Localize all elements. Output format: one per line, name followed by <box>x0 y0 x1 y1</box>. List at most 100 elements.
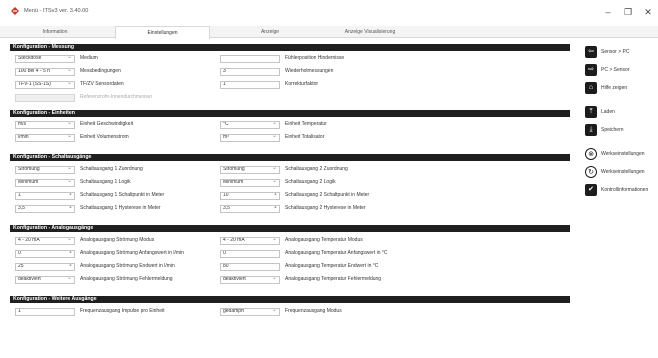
fuehlerposition-label: Fühlerposition Hindernisse <box>285 55 345 61</box>
sa1-schaltpunkt-input[interactable]: 1 ⇕ <box>15 192 75 200</box>
pc-to-sensor-label: PC > Sensor <box>601 67 630 73</box>
spinner-icon[interactable]: ⇕ <box>273 206 278 211</box>
chevron-down-icon: ⌄ <box>66 68 72 73</box>
analog-temperatur-fehler-select[interactable]: deaktiviert ⌄ <box>220 276 280 284</box>
frequenz-modus-select[interactable]: gedämpft ⌄ <box>220 308 280 316</box>
control-info-label: Kontrollinformationen <box>601 187 649 193</box>
analog-stroemung-end-input[interactable]: 25 ⇕ <box>15 263 75 271</box>
chevron-down-icon: ⌄ <box>66 134 72 139</box>
analog-stroemung-modus-label: Analogausgang Strömung Modus <box>80 237 155 243</box>
reset-button[interactable]: ⊗ Werkseinstellungen <box>585 146 657 162</box>
medium-label: Medium <box>80 55 98 61</box>
arrow-left-icon: ⇦ <box>585 46 597 58</box>
frequenz-modus-label: Frequenzausgang Modus <box>285 308 342 314</box>
title-bar: Menü - ITSv3 ver. 3.40.00 – ❐ ✕ <box>0 0 658 26</box>
einheit-temperatur-label: Einheit Temperatur <box>285 121 327 127</box>
sensor-to-pc-button[interactable]: ⇦ Sensor > PC <box>585 44 657 60</box>
upload-icon: ⤒ <box>585 106 597 118</box>
sa1-hysterese-label: Schaltausgang 1 Hysterese in Meter <box>80 205 161 211</box>
sa1-logik-label: Schaltausgang 1 Logik <box>80 179 131 185</box>
spinner-icon[interactable]: ⇕ <box>68 206 73 211</box>
sa2-hysterese-label: Schaltausgang 2 Hysterese in Meter <box>285 205 366 211</box>
sa1-logik-select[interactable]: Minimum ⌄ <box>15 179 75 187</box>
checkmark-icon: ✔ <box>585 184 597 196</box>
einheit-geschwindigkeit-select[interactable]: m/s ⌄ <box>15 121 75 129</box>
sa1-zuordnung-select[interactable]: Strömung ⌄ <box>15 166 75 174</box>
einheit-volumenstrom-select[interactable]: l/min ⌄ <box>15 134 75 142</box>
wiederholmessungen-input[interactable]: 3 <box>220 68 280 76</box>
save-label: Speichern <box>601 127 624 133</box>
tab-information[interactable]: Information <box>20 26 90 38</box>
arrow-right-icon: ⇨ <box>585 64 597 76</box>
tab-bar: Information Einstellungen Anzeige Anzeig… <box>0 26 658 39</box>
analog-temperatur-end-input[interactable]: 80 <box>220 263 280 271</box>
tab-einstellungen[interactable]: Einstellungen <box>115 26 210 39</box>
sa2-logik-label: Schaltausgang 2 Logik <box>285 179 336 185</box>
einheit-totalisator-label: Einheit Totalisator <box>285 134 325 140</box>
section-header-weitere-ausgaenge: Konfiguration - Weitere Ausgänge <box>10 296 570 303</box>
tab-anzeige-visualisierung[interactable]: Anzeige Visualisierung <box>315 26 425 38</box>
frequenz-impulse-input[interactable]: 1 <box>15 308 75 316</box>
spinner-icon[interactable]: ⇕ <box>68 264 73 269</box>
lock-icon: ⌂ <box>585 82 597 94</box>
chevron-down-icon: ⌄ <box>66 81 72 86</box>
chevron-down-icon: ⌄ <box>271 276 277 281</box>
sa2-schaltpunkt-label: Schaltausgang 2 Schaltpunkt in Meter <box>285 192 370 198</box>
analog-temperatur-fehler-label: Analogausgang Temperatur Fehlermeldung <box>285 276 382 282</box>
spinner-icon[interactable]: ⇕ <box>68 193 73 198</box>
chevron-down-icon: ⌄ <box>66 237 72 242</box>
chevron-down-icon: ⌄ <box>66 55 72 60</box>
analog-stroemung-modus-select[interactable]: 4 - 20 mA ⌄ <box>15 237 75 245</box>
cancel-icon: ⊗ <box>585 148 597 160</box>
wiederholmessungen-label: Wiederholmessungen <box>285 68 334 74</box>
korrekturfaktor-input[interactable]: 1 <box>220 81 280 89</box>
control-info-button[interactable]: ✔ Kontrollinformationen <box>585 182 657 198</box>
maximize-button[interactable]: ❐ <box>620 4 636 20</box>
chevron-down-icon: ⌄ <box>271 308 277 313</box>
messbedingungen-select[interactable]: 100 bei 4 - 5 h ⌄ <box>15 68 75 76</box>
sa2-zuordnung-select[interactable]: Strömung ⌄ <box>220 166 280 174</box>
referenzrohr-input[interactable] <box>15 94 75 102</box>
reset-label: Werkseinstellungen <box>601 151 645 157</box>
einheit-totalisator-select[interactable]: m³ ⌄ <box>220 134 280 142</box>
sa2-schaltpunkt-input[interactable]: 10 ⇕ <box>220 192 280 200</box>
refresh-icon: ↻ <box>585 166 597 178</box>
help-button[interactable]: ⌂ Hilfe zeigen <box>585 80 657 96</box>
analog-temperatur-modus-select[interactable]: 4 - 20 mA ⌄ <box>220 237 280 245</box>
close-button[interactable]: ✕ <box>640 4 656 20</box>
sensordaten-select[interactable]: TFV-1 (SS-1S) ⌄ <box>15 81 75 89</box>
pc-to-sensor-button[interactable]: ⇨ PC > Sensor <box>585 62 657 78</box>
chevron-down-icon: ⌄ <box>271 179 277 184</box>
frequenz-impulse-label: Frequenzausgang Impulse pro Einheit <box>80 308 165 314</box>
sa1-hysterese-input[interactable]: 3,5 ⇕ <box>15 205 75 213</box>
tab-anzeige[interactable]: Anzeige <box>240 26 300 38</box>
einheit-temperatur-select[interactable]: °C ⌄ <box>220 121 280 129</box>
fuehlerposition-input[interactable] <box>220 55 280 63</box>
analog-temperatur-anfang-input[interactable]: 0 <box>220 250 280 258</box>
load-button[interactable]: ⤒ Laden <box>585 104 657 120</box>
section-header-schaltausgaenge: Konfiguration - Schaltausgänge <box>10 154 570 161</box>
medium-select[interactable]: Steckdose ⌄ <box>15 55 75 63</box>
analog-stroemung-end-label: Analogausgang Strömung Endwert in l/min <box>80 263 175 269</box>
factory-settings-button[interactable]: ↻ Werkseinstellungen <box>585 164 657 180</box>
analog-stroemung-anfang-input[interactable]: 0 ⇕ <box>15 250 75 258</box>
sensordaten-label: TF/ZV Sensordaten <box>80 81 124 87</box>
sa1-zuordnung-label: Schaltausgang 1 Zuordnung <box>80 166 143 172</box>
sa2-zuordnung-label: Schaltausgang 2 Zuordnung <box>285 166 348 172</box>
chevron-down-icon: ⌄ <box>271 134 277 139</box>
minimize-button[interactable]: – <box>600 4 616 20</box>
messbedingungen-label: Messbedingungen <box>80 68 121 74</box>
chevron-down-icon: ⌄ <box>271 166 277 171</box>
sa2-hysterese-input[interactable]: 3,5 ⇕ <box>220 205 280 213</box>
analog-stroemung-fehler-select[interactable]: deaktiviert ⌄ <box>15 276 75 284</box>
sa2-logik-select[interactable]: Minimum ⌄ <box>220 179 280 187</box>
einheit-geschwindigkeit-label: Einheit Geschwindigkeit <box>80 121 134 127</box>
analog-temperatur-end-label: Analogausgang Temperatur Endwert in °C <box>285 263 379 269</box>
chevron-down-icon: ⌄ <box>66 166 72 171</box>
save-button[interactable]: ⤓ Speichern <box>585 122 657 138</box>
spinner-icon[interactable]: ⇕ <box>273 193 278 198</box>
spinner-icon[interactable]: ⇕ <box>68 251 73 256</box>
chevron-down-icon: ⌄ <box>66 276 72 281</box>
download-icon: ⤓ <box>585 124 597 136</box>
sa1-schaltpunkt-label: Schaltausgang 1 Schaltpunkt in Meter <box>80 192 165 198</box>
